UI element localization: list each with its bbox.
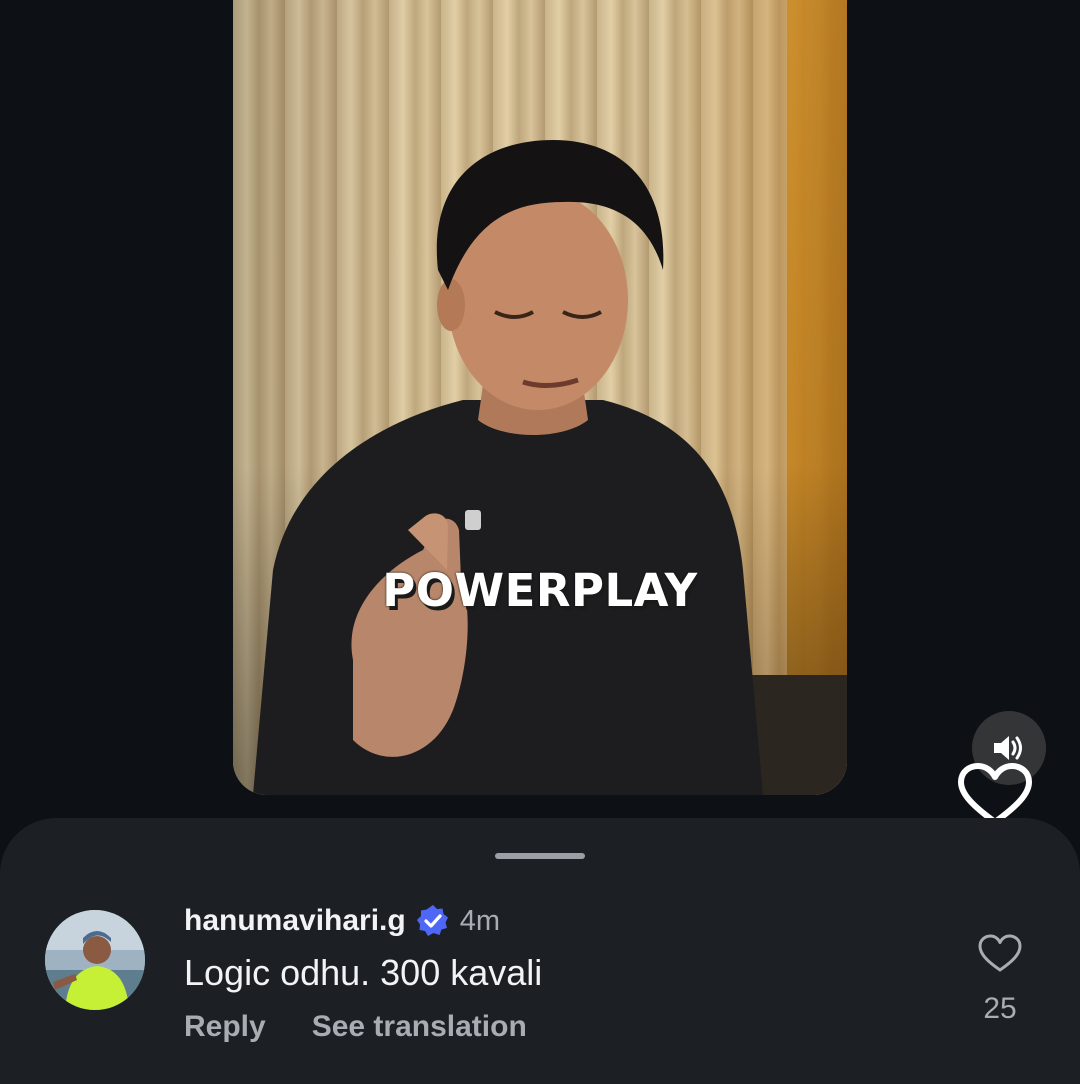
comment-header: hanumavihari.g 4m [184,900,500,942]
avatar-image [45,910,145,1010]
reply-button[interactable]: Reply [184,1010,266,1044]
verified-badge-icon [416,905,448,936]
app-screen: POWERPLAY hanumavihari.g 4m Logic odhu. … [0,0,1080,1084]
speaker-on-icon [994,736,1022,760]
comment-timestamp: 4m [459,904,501,937]
comment-like: 25 [960,932,1040,1026]
like-count: 25 [983,992,1017,1025]
video-caption: POWERPLAY [382,564,698,617]
see-translation-button[interactable]: See translation [312,1010,527,1044]
comments-sheet: hanumavihari.g 4m Logic odhu. 300 kavali… [0,818,1080,1084]
video-subject [253,140,763,795]
comment-text: Logic odhu. 300 kavali [184,952,543,993]
heart-outline-icon[interactable] [977,932,1023,974]
avatar[interactable] [45,910,145,1010]
sheet-grabber[interactable] [495,853,585,859]
video-player[interactable]: POWERPLAY [233,0,847,795]
comment-username[interactable]: hanumavihari.g [184,904,406,938]
comment-actions: Reply See translation [184,1010,527,1044]
